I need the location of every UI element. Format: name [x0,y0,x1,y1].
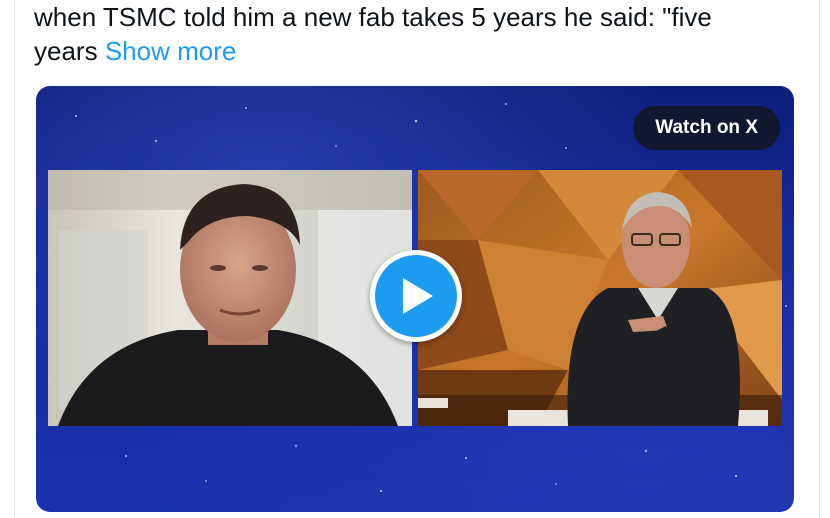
tweet-text: when TSMC told him a new fab takes 5 yea… [34,0,814,68]
play-button[interactable] [370,250,462,342]
play-button-circle [375,255,457,337]
watch-on-x-button[interactable]: Watch on X [633,106,780,150]
right-speaker-image [418,170,782,426]
video-thumbnail-right [418,170,782,426]
video-player[interactable]: Watch on X [36,86,794,512]
show-more-link[interactable]: Show more [105,36,237,66]
play-icon [403,278,433,314]
video-thumbnail-left [48,170,412,426]
tweet-text-line-2: years Show more [34,34,814,68]
tweet-text-line-1: when TSMC told him a new fab takes 5 yea… [34,2,712,32]
tweet-text-continuation: years [34,36,98,66]
left-speaker-image [48,170,412,426]
